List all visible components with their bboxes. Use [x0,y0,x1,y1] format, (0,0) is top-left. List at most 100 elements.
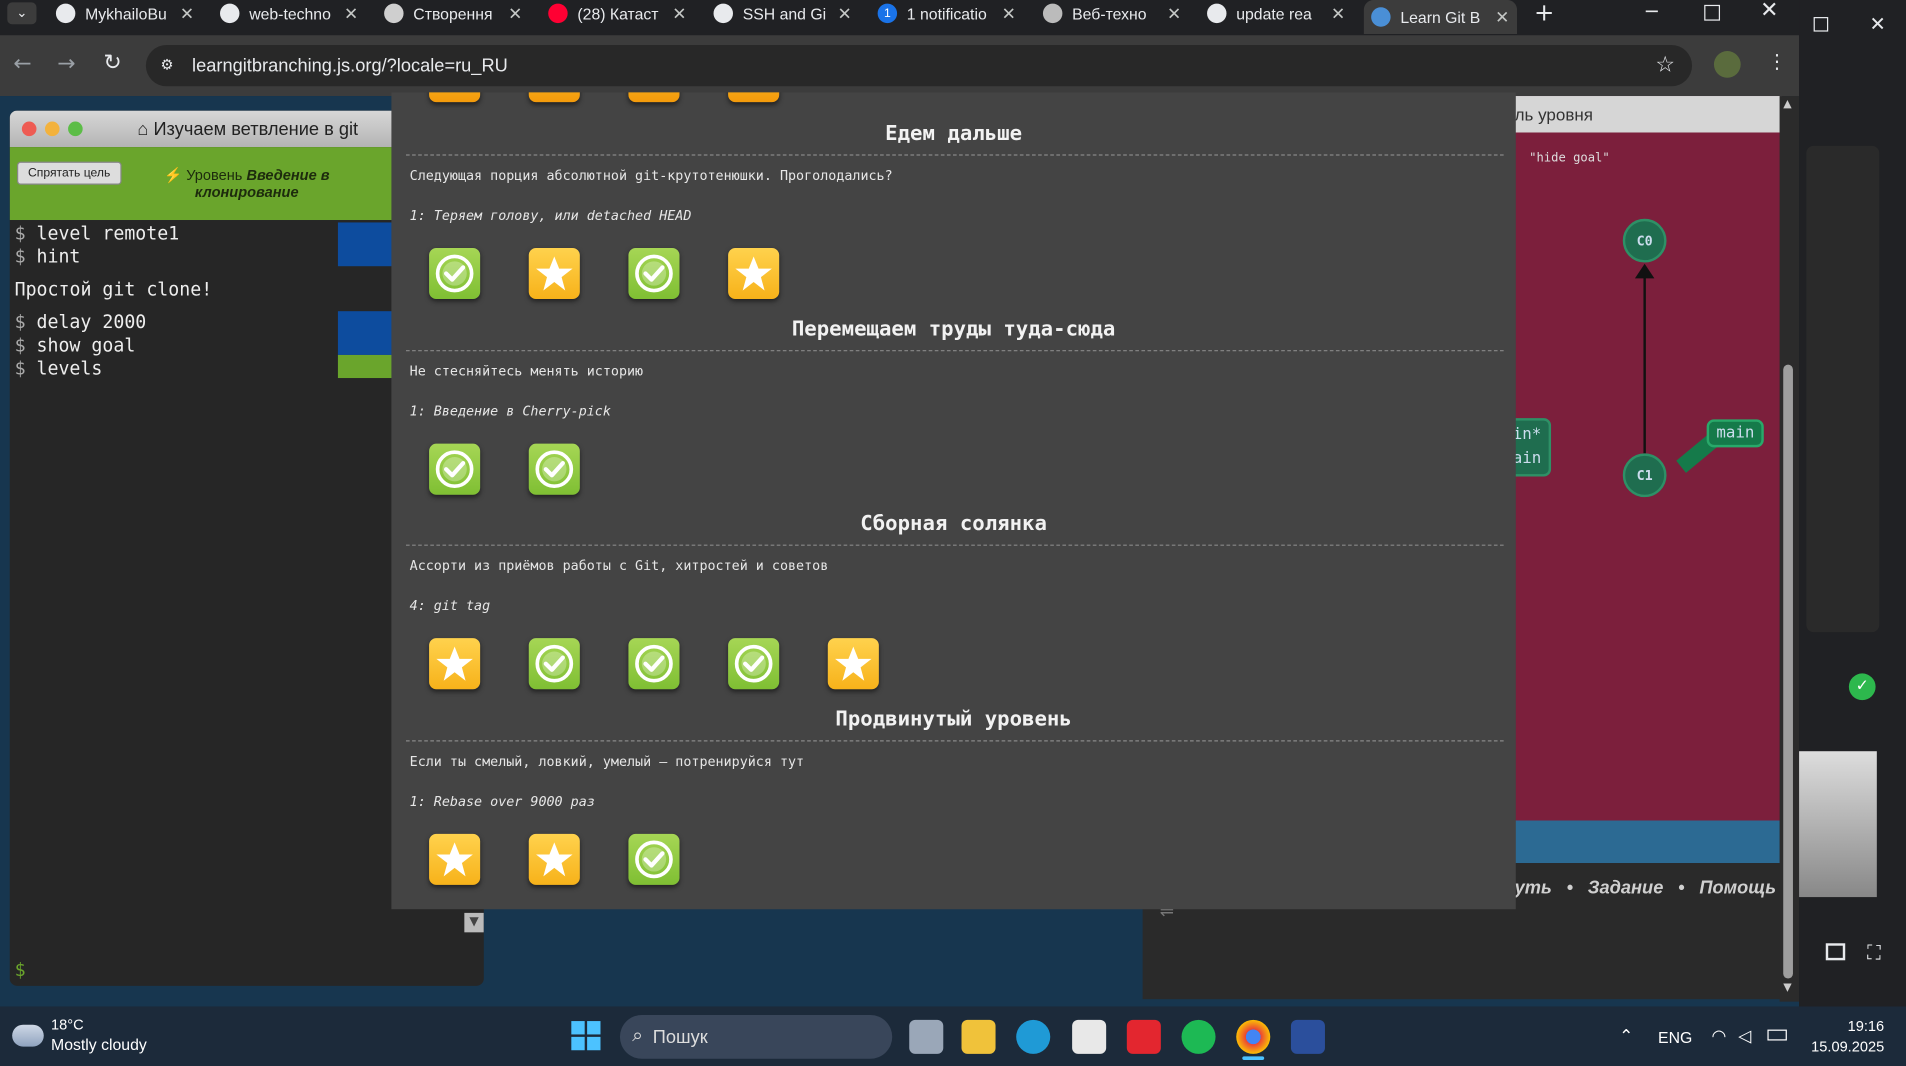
github-icon [220,3,240,24]
weather-widget[interactable]: 18°C Mostly cloudy [51,1016,147,1054]
level-completed-tile[interactable] [728,638,780,690]
split-view-icon [1825,943,1846,961]
clock-date[interactable]: 15.09.2025 [1811,1038,1884,1055]
language-indicator[interactable]: ENG [1658,1028,1692,1046]
close-tab-icon[interactable]: ✕ [1495,7,1509,28]
terminal-prompt: $ [14,334,26,357]
file-explorer-icon[interactable] [961,1019,996,1054]
tab-7[interactable]: Веб-техно ✕ [1036,0,1189,27]
level-star-tile[interactable] [429,833,481,885]
level-star-tile[interactable] [728,247,780,300]
level-tile[interactable] [728,92,780,103]
clock-time[interactable]: 19:16 [1848,1017,1885,1034]
bookmark-star-icon[interactable]: ☆ [1655,52,1675,78]
terminal-prompt: $ [14,357,26,380]
chevron-up-icon[interactable]: ⌃ [1619,1026,1633,1047]
tab-5[interactable]: SSH and Gi ✕ [706,0,859,27]
close-tab-icon[interactable]: ✕ [1331,3,1345,24]
terminal-text: delay 2000 [36,311,147,334]
level-star-tile[interactable] [528,247,580,300]
level-star-tile[interactable] [528,833,580,885]
learngit-icon [1371,7,1391,27]
battery-icon[interactable] [1767,1029,1787,1041]
forward-icon[interactable]: → [57,51,75,77]
level-tile[interactable] [429,92,481,103]
command-window-title: Изучаем ветвление в git [153,118,359,140]
close-tab-icon[interactable]: ✕ [672,3,686,24]
level-completed-tile[interactable] [429,247,481,300]
scroll-up-icon[interactable]: ▲ [1783,98,1791,110]
level-star-tile[interactable] [429,638,481,690]
address-bar[interactable]: ⚙ learngitbranching.js.org/?locale=ru_RU… [145,44,1693,87]
level-star-tile[interactable] [827,638,879,690]
terminal-text: Простой git clone! [14,278,213,301]
help-link-help[interactable]: Помощь [1699,878,1776,899]
level-completed-tile[interactable] [628,247,680,300]
start-icon[interactable] [571,1021,601,1051]
help-link-undo[interactable]: уть [1515,878,1552,899]
edge-icon[interactable] [1016,1019,1051,1054]
wps-office-icon[interactable] [1126,1019,1161,1054]
tab-2[interactable]: web-techno ✕ [213,0,366,27]
tab-4[interactable]: (28) Катаст ✕ [541,0,694,27]
task-view-icon[interactable] [909,1019,944,1054]
tab-9[interactable]: Learn Git B ✕ [1363,0,1518,35]
profile-avatar[interactable] [1713,51,1741,78]
close-tab-icon[interactable]: ✕ [180,3,194,24]
tab-title: SSH and Gi [742,4,827,23]
tab-search-button[interactable]: ⌄ [7,2,37,25]
tab-title: update rea [1236,4,1312,23]
level-completed-tile[interactable] [528,638,580,690]
volume-icon[interactable]: ◁ [1738,1026,1751,1047]
close-tab-icon[interactable]: ✕ [1002,3,1016,24]
close-dot-icon[interactable] [21,121,37,137]
new-tab-button[interactable]: + [1534,0,1554,27]
reload-icon[interactable]: ↻ [103,50,121,76]
level-tile[interactable] [628,92,680,103]
tab-1[interactable]: MykhailoBu ✕ [49,0,202,27]
help-link-objective[interactable]: Задание [1588,878,1664,899]
wifi-icon[interactable]: ◠ [1712,1026,1727,1047]
maximize-button[interactable] [1704,4,1721,21]
level-completed-tile[interactable] [528,443,580,495]
chrome-icon[interactable] [1236,1019,1271,1054]
browser-toolbar: ← → ↻ ⚙ learngitbranching.js.org/?locale… [0,35,1800,97]
weather-icon[interactable] [12,1024,44,1047]
tab-8[interactable]: update rea ✕ [1200,0,1353,27]
close-window-button[interactable]: ✕ [1760,0,1778,23]
close-tab-icon[interactable]: ✕ [344,3,358,24]
level-completed-tile[interactable] [628,638,680,690]
github-icon [1207,3,1227,24]
home-icon: ⌂ [137,118,154,140]
close-tab-icon[interactable]: ✕ [508,3,522,24]
level-prefix: Уровень [186,166,243,184]
menu-icon[interactable]: ⋮ [1767,50,1786,73]
command-input[interactable] [34,957,459,981]
taskbar-search[interactable]: ⌕ Пошук [619,1014,893,1059]
scrollbar-thumb[interactable] [1783,364,1793,979]
goal-header: ль уровня [1514,96,1783,133]
goal-footer [1514,820,1783,864]
powershell-icon[interactable] [1290,1019,1325,1054]
spotify-icon[interactable] [1181,1019,1216,1054]
site-info-icon[interactable]: ⚙ [160,56,173,73]
scroll-down-icon[interactable]: ▼ [464,912,484,933]
arrow-head-icon [1634,263,1655,279]
scroll-down-icon[interactable]: ▼ [1783,982,1791,994]
tab-3[interactable]: Створення ✕ [377,0,530,27]
restore-icon [1813,17,1829,32]
close-tab-icon[interactable]: ✕ [1167,3,1181,24]
level-completed-tile[interactable] [429,443,481,495]
store-icon[interactable] [1072,1019,1107,1054]
terminal-line: $ show goal [15,334,136,356]
close-tab-icon[interactable]: ✕ [838,3,852,24]
globe-icon [1042,3,1063,24]
tab-6[interactable]: 1 1 notificatio ✕ [870,0,1023,27]
level-completed-tile[interactable] [628,833,680,885]
minimize-button[interactable]: ─ [1646,0,1658,23]
hide-goal-button[interactable]: Спрятать цель [17,161,122,185]
minimize-dot-icon[interactable] [44,121,60,137]
level-tile[interactable] [528,92,580,103]
back-icon[interactable]: ← [13,51,31,77]
maximize-dot-icon[interactable] [68,121,83,137]
